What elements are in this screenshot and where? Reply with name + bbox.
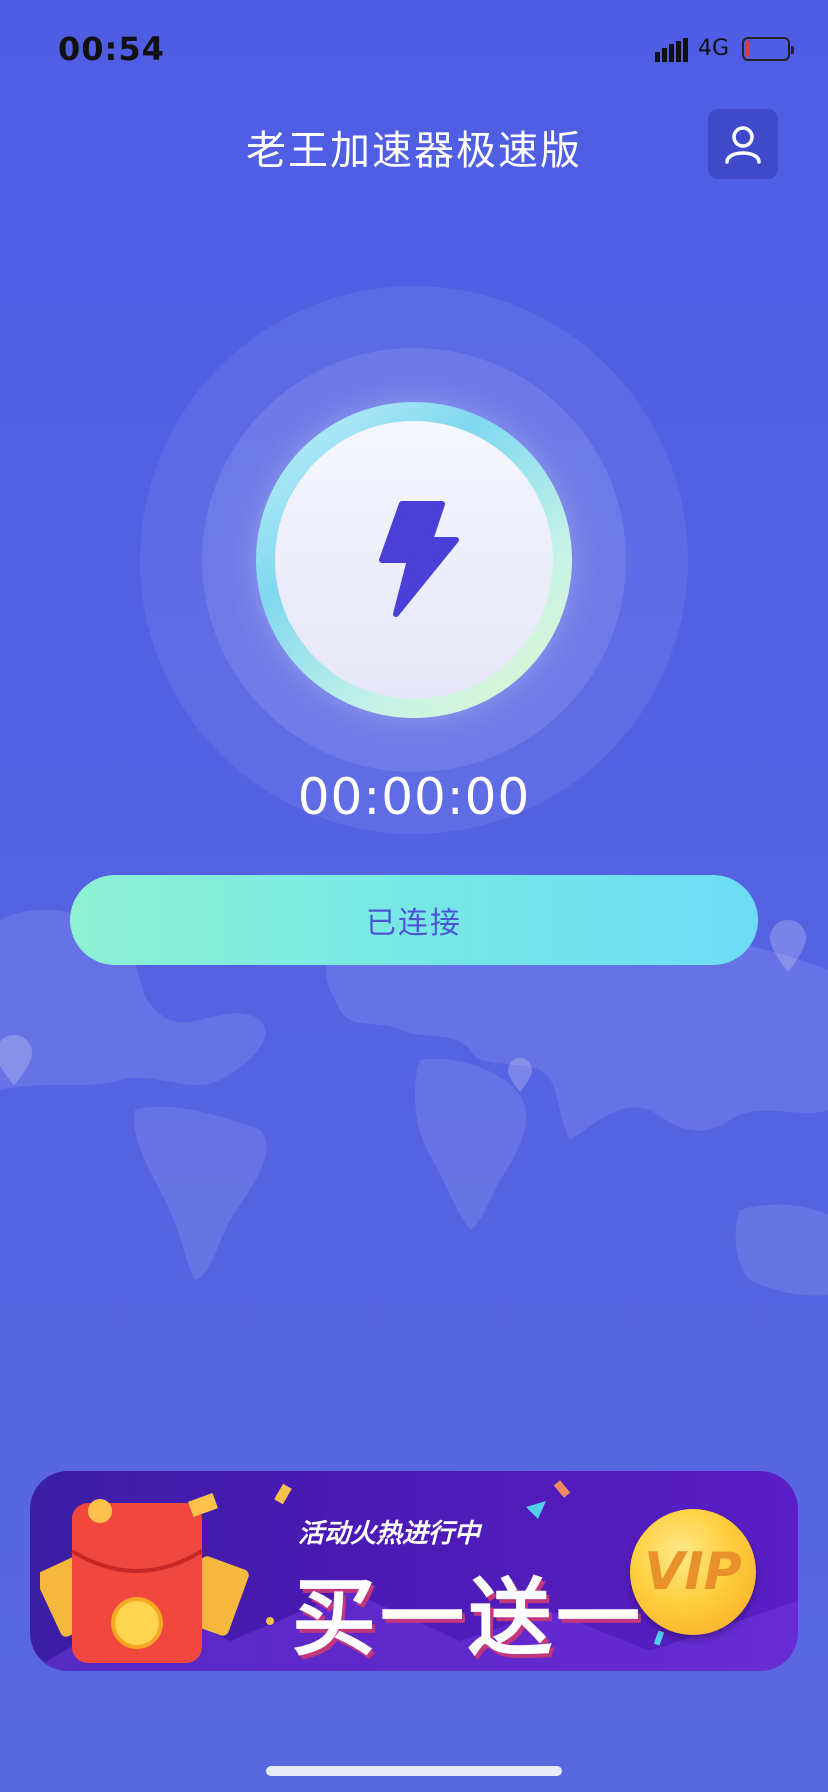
profile-button[interactable] [708, 109, 778, 179]
lightning-icon [379, 501, 459, 617]
network-type: 4G [698, 36, 730, 61]
signal-icon [655, 38, 688, 62]
banner-headline: 买一送一 [292, 1569, 645, 1667]
vip-badge-label: VIP [644, 1542, 742, 1602]
user-icon [725, 126, 761, 164]
battery-icon [742, 37, 794, 61]
banner-subtitle: 活动火热进行中 [298, 1519, 481, 1549]
accelerate-button-face [275, 421, 553, 699]
home-indicator[interactable] [266, 1766, 562, 1776]
accelerate-button[interactable] [256, 402, 572, 718]
promo-banner[interactable]: 活动火热进行中 买一送一 VIP [30, 1471, 798, 1671]
connection-timer: 00:00:00 [297, 768, 531, 826]
red-envelope-icon [35, 1491, 250, 1671]
page-title: 老王加速器极速版 [246, 128, 582, 174]
status-time: 00:54 [58, 30, 165, 68]
vip-badge: VIP [630, 1509, 756, 1635]
connect-button[interactable]: 已连接 [70, 875, 758, 965]
